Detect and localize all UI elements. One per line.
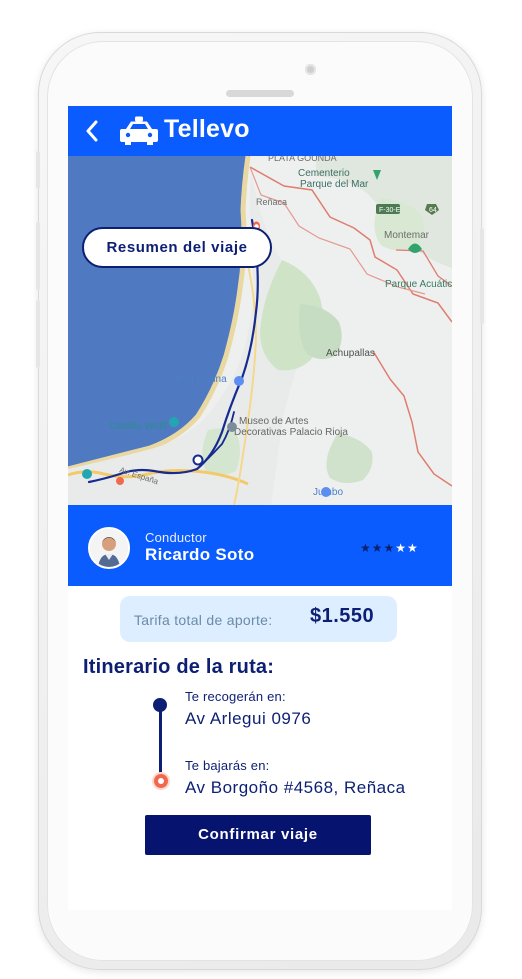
top-app-bar: Tellevo xyxy=(68,106,452,156)
dropoff-point-inner xyxy=(158,778,164,784)
svg-text:Castillo Wulff: Castillo Wulff xyxy=(109,421,167,432)
phone-power-button xyxy=(480,228,484,324)
pickup-point-icon xyxy=(153,698,167,712)
driver-rating: ★★★★★ xyxy=(360,541,419,555)
svg-text:F-30-E: F-30-E xyxy=(379,207,401,214)
app-screen: Tellevo PLATA GOUNDA Cementerio Parque d… xyxy=(68,106,452,910)
front-camera xyxy=(305,64,316,75)
brand-name: Tellevo xyxy=(164,115,250,143)
trip-summary-button[interactable]: Resumen del viaje xyxy=(82,227,272,268)
driver-role-label: Conductor xyxy=(145,530,207,545)
confirm-trip-button[interactable]: Confirmar viaje xyxy=(145,815,371,855)
svg-text:64: 64 xyxy=(429,207,437,214)
rating-empty-stars: ★★ xyxy=(395,541,419,555)
svg-text:Montemar: Montemar xyxy=(384,230,430,241)
fare-box: Tarifa total de aporte: $1.550 xyxy=(120,596,397,642)
svg-text:Mall Marina: Mall Marina xyxy=(175,374,227,385)
driver-panel: Conductor Ricardo Soto ★★★★★ xyxy=(68,505,452,586)
route-map[interactable]: PLATA GOUNDA Cementerio Parque del Mar R… xyxy=(68,156,452,505)
svg-text:Achupallas: Achupallas xyxy=(326,348,375,359)
fare-amount: $1.550 xyxy=(310,605,375,627)
dropoff-point-icon xyxy=(152,772,170,790)
dropoff-label: Te bajarás en: xyxy=(185,758,270,773)
svg-text:Parque Acuático Aviva: Parque Acuático Aviva xyxy=(385,279,452,290)
driver-name: Ricardo Soto xyxy=(145,545,255,564)
rating-filled-stars: ★★★ xyxy=(360,541,396,555)
pickup-label: Te recogerán en: xyxy=(185,689,286,704)
phone-volume-up-button xyxy=(36,222,40,290)
pickup-address: Av Arlegui 0976 xyxy=(185,709,312,728)
svg-text:Decorativas Palacio Rioja: Decorativas Palacio Rioja xyxy=(234,427,348,438)
phone-mute-button xyxy=(36,151,40,189)
route-title: Itinerario de la ruta: xyxy=(83,656,275,678)
dropoff-address: Av Borgoño #4568, Reñaca xyxy=(185,778,406,797)
svg-text:Reñaca: Reñaca xyxy=(256,197,287,207)
car-icon xyxy=(118,116,160,146)
svg-text:Cementerio: Cementerio xyxy=(298,168,350,179)
phone-speaker xyxy=(226,90,294,97)
back-chevron-icon[interactable] xyxy=(82,119,104,143)
svg-text:Museo de Artes: Museo de Artes xyxy=(239,416,308,427)
svg-text:Parque del Mar: Parque del Mar xyxy=(300,179,369,190)
phone-volume-down-button xyxy=(36,300,40,368)
svg-text:PLATA GOUNDA: PLATA GOUNDA xyxy=(268,156,337,163)
route-line xyxy=(159,703,162,776)
driver-avatar xyxy=(88,527,130,569)
fare-label: Tarifa total de aporte: xyxy=(134,612,273,628)
